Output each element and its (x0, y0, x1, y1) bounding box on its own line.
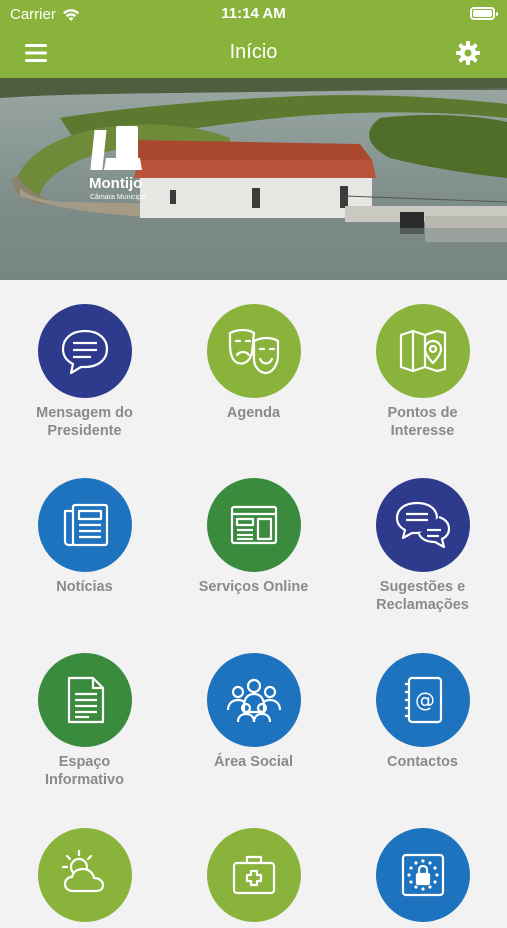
tile-label-line2: Presidente (47, 423, 122, 439)
weather-icon (37, 828, 132, 922)
tile-label-line2: Interesse (390, 423, 455, 439)
tile-label: Serviços Online (169, 578, 338, 596)
menu-grid: Mensagem do Presidente Agenda Pontos de … (0, 280, 507, 922)
tile-label-line2: Reclamações (376, 597, 469, 613)
document-icon (37, 653, 132, 747)
nav-bar: Início (0, 30, 507, 78)
tile-label-line1: Espaço (58, 754, 111, 770)
tile-label-line1: Sugestões e (379, 579, 466, 595)
tile-label: Pontos de Interesse (338, 404, 507, 440)
tile-saude[interactable] (169, 828, 338, 928)
page-title: Início (229, 41, 278, 63)
tile-label: Notícias (0, 578, 169, 596)
tile-meteorologia[interactable] (0, 828, 169, 928)
tile-sugestoes-reclamacoes[interactable]: Sugestões e Reclamações (338, 478, 507, 614)
speech-bubble-icon (37, 304, 132, 398)
tile-agenda[interactable]: Agenda (169, 304, 338, 422)
tile-label-line1: Contactos (387, 754, 458, 770)
tile-privacidade[interactable] (338, 828, 507, 928)
tile-label-line1: Mensagem do (36, 405, 133, 421)
people-group-icon (206, 653, 301, 747)
tile-label-line1: Pontos de (387, 405, 458, 421)
first-aid-kit-icon (206, 828, 301, 922)
tile-label: Sugestões e Reclamações (338, 578, 507, 614)
theater-masks-icon (206, 304, 301, 398)
tile-label: Contactos (338, 753, 507, 771)
map-pin-icon (375, 304, 470, 398)
hero-photo: Montijo Câmara Municipal (0, 78, 507, 280)
browser-window-icon (206, 478, 301, 572)
chat-bubbles-icon (375, 478, 470, 572)
tile-pontos-interesse[interactable]: Pontos de Interesse (338, 304, 507, 440)
tile-label-line1: Agenda (226, 405, 281, 421)
logo-name: Montijo (89, 175, 142, 192)
gear-icon[interactable] (455, 40, 481, 66)
tile-label: Mensagem do Presidente (0, 404, 169, 440)
tile-mensagem-presidente[interactable]: Mensagem do Presidente (0, 304, 169, 440)
tile-noticias[interactable]: Notícias (0, 478, 169, 596)
tile-servicos-online[interactable]: Serviços Online (169, 478, 338, 596)
svg-text:@: @ (415, 688, 435, 712)
tile-area-social[interactable]: Área Social (169, 653, 338, 771)
eu-lock-icon (375, 828, 470, 922)
tile-contactos[interactable]: @ Contactos (338, 653, 507, 771)
address-book-icon: @ (375, 653, 470, 747)
tile-label-line1: Notícias (56, 579, 113, 595)
tile-label-line2: Informativo (45, 772, 124, 788)
tile-label-line1: Serviços Online (198, 579, 309, 595)
tile-espaco-informativo[interactable]: Espaço Informativo (0, 653, 169, 789)
tile-label-line1: Área Social (214, 754, 293, 770)
logo-subtitle: Câmara Municipal (90, 194, 147, 201)
status-time: 11:14 AM (221, 5, 286, 22)
hero-image: Montijo Câmara Municipal (0, 78, 507, 280)
tile-label: Espaço Informativo (0, 753, 169, 789)
tile-label: Área Social (169, 753, 338, 771)
newspaper-icon (37, 478, 132, 572)
status-bar: Carrier 11:14 AM (0, 0, 507, 30)
battery-icon (470, 7, 498, 20)
tile-label: Agenda (169, 404, 338, 422)
